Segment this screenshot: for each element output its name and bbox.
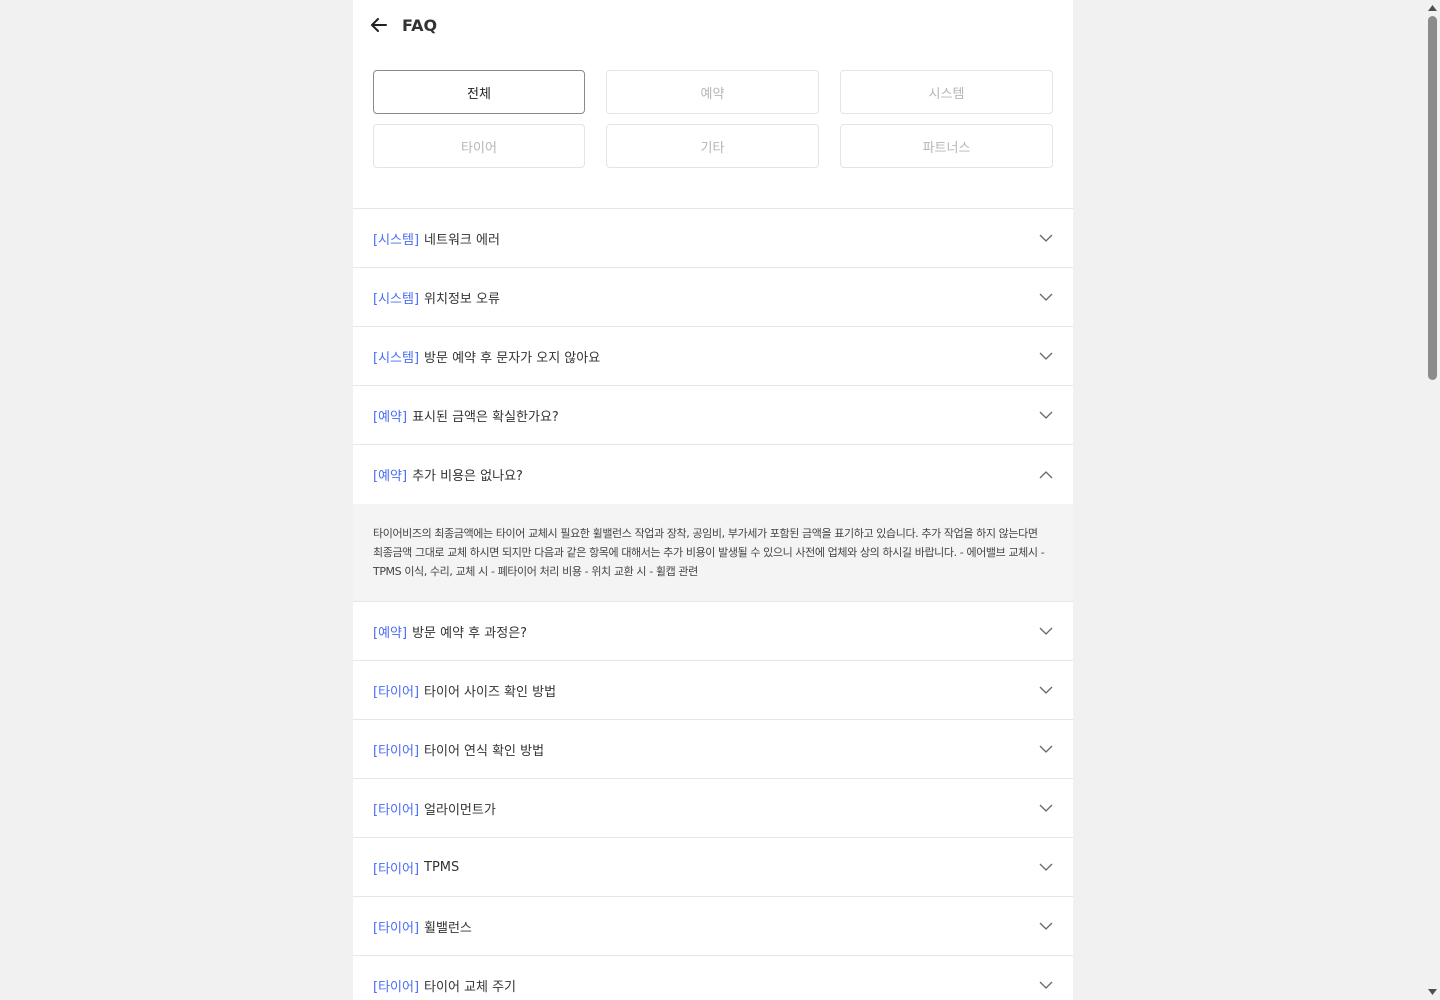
chevron-down-icon [1039, 231, 1053, 245]
scroll-down-arrow[interactable] [1428, 987, 1437, 997]
faq-tag: [예약] [373, 409, 408, 425]
faq-question: 타이어 사이즈 확인 방법 [424, 684, 557, 700]
faq-item[interactable]: [타이어] 타이어 교체 주기 [353, 956, 1073, 1000]
faq-question: 방문 예약 후 과정은? [412, 625, 528, 641]
page-scrollbar[interactable] [1425, 0, 1440, 1000]
faq-question: 네트워크 에러 [424, 232, 500, 248]
chevron-up-icon [1039, 468, 1053, 482]
chevron-down-icon [1039, 290, 1053, 304]
category-reservation-button[interactable]: 예약 [606, 70, 819, 114]
faq-item[interactable]: [시스템] 방문 예약 후 문자가 오지 않아요 [353, 327, 1073, 386]
chevron-down-icon [1039, 683, 1053, 697]
back-button[interactable] [369, 15, 389, 35]
category-partners-button[interactable]: 파트너스 [840, 124, 1053, 168]
faq-tag: [시스템] [373, 232, 420, 248]
faq-tag: [예약] [373, 625, 408, 641]
faq-tag: [타이어] [373, 802, 420, 818]
header: FAQ [353, 0, 1073, 50]
category-tire-button[interactable]: 타이어 [373, 124, 585, 168]
chevron-down-icon [1039, 919, 1053, 933]
faq-item-expanded[interactable]: [예약] 추가 비용은 없나요? [353, 445, 1073, 504]
faq-list: [시스템] 네트워크 에러 [시스템] 위치정보 오류 [시스템] 방문 예약 … [353, 208, 1073, 1000]
faq-tag: [시스템] [373, 350, 420, 366]
faq-tag: [시스템] [373, 291, 420, 307]
faq-item[interactable]: [타이어] 타이어 사이즈 확인 방법 [353, 661, 1073, 720]
category-etc-button[interactable]: 기타 [606, 124, 819, 168]
faq-question: 타이어 교체 주기 [424, 979, 517, 995]
faq-tag: [예약] [373, 469, 408, 484]
faq-item[interactable]: [시스템] 위치정보 오류 [353, 268, 1073, 327]
faq-question: 표시된 금액은 확실한가요? [412, 409, 559, 425]
faq-item[interactable]: [예약] 표시된 금액은 확실한가요? [353, 386, 1073, 445]
faq-item[interactable]: [타이어] 얼라이먼트가 [353, 779, 1073, 838]
chevron-down-icon [1039, 978, 1053, 992]
faq-tag: [타이어] [373, 920, 420, 936]
faq-tag: [타이어] [373, 979, 420, 995]
faq-item[interactable]: [타이어] TPMS [353, 838, 1073, 897]
faq-question: 위치정보 오류 [424, 291, 500, 307]
page-title: FAQ [402, 15, 438, 35]
chevron-down-icon [1039, 801, 1053, 815]
faq-item[interactable]: [타이어] 타이어 연식 확인 방법 [353, 720, 1073, 779]
faq-tag: [타이어] [373, 861, 420, 877]
faq-question: 타이어 연식 확인 방법 [424, 743, 545, 759]
arrow-left-icon [371, 18, 387, 32]
faq-tag: [타이어] [373, 684, 420, 700]
faq-question: 방문 예약 후 문자가 오지 않아요 [424, 350, 601, 366]
faq-question: TPMS [424, 859, 460, 875]
chevron-down-icon [1039, 624, 1053, 638]
faq-tag: [타이어] [373, 743, 420, 759]
faq-item[interactable]: [시스템] 네트워크 에러 [353, 209, 1073, 268]
faq-page: FAQ 전체 예약 시스템 타이어 기타 파트너스 [시스템] 네트워크 에러 … [353, 0, 1073, 1000]
chevron-down-icon [1039, 408, 1053, 422]
scroll-up-arrow[interactable] [1428, 3, 1437, 13]
faq-question: 추가 비용은 없나요? [412, 469, 523, 484]
category-filter: 전체 예약 시스템 타이어 기타 파트너스 [373, 70, 1053, 168]
chevron-down-icon [1039, 860, 1053, 874]
faq-item[interactable]: [타이어] 휠밸런스 [353, 897, 1073, 956]
category-all-button[interactable]: 전체 [373, 70, 585, 114]
chevron-down-icon [1039, 349, 1053, 363]
faq-question: 얼라이먼트가 [424, 802, 496, 818]
chevron-down-icon [1039, 742, 1053, 756]
faq-answer: 타이어비즈의 최종금액에는 타이어 교체시 필요한 휠밸런스 작업과 장착, 공… [353, 504, 1073, 602]
category-system-button[interactable]: 시스템 [840, 70, 1053, 114]
faq-item[interactable]: [예약] 방문 예약 후 과정은? [353, 602, 1073, 661]
scroll-thumb[interactable] [1428, 16, 1437, 380]
faq-question: 휠밸런스 [424, 920, 472, 936]
